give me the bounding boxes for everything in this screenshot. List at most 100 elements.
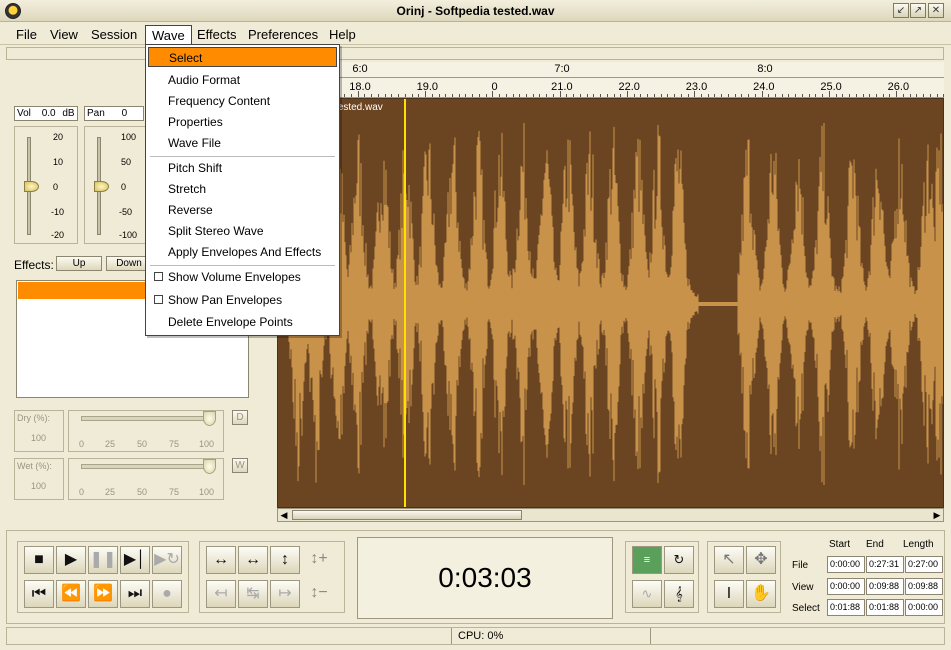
ruler-tick — [371, 94, 373, 97]
record-icon[interactable]: ● — [152, 580, 182, 608]
time-ruler-minor[interactable]: 18.0 19.0 0 21.0 22.0 23.0 24.0 25.0 26.0 — [277, 78, 944, 98]
horizontal-scrollbar[interactable]: ◀ ▶ — [277, 508, 944, 522]
pan-slider-thumb[interactable] — [94, 181, 109, 192]
select-tool-icon[interactable]: I — [714, 580, 744, 608]
grid-header-start: Start — [829, 539, 851, 550]
ruler-major-label: 8:0 — [757, 63, 773, 75]
go-to-end-icon[interactable]: ⏭ — [120, 580, 150, 608]
menu-item-reverse[interactable]: Reverse — [148, 200, 337, 220]
scroll-right-icon[interactable]: ▶ — [931, 509, 943, 521]
menu-item-split-stereo-wave[interactable]: Split Stereo Wave — [148, 221, 337, 241]
scroll-thumb[interactable] — [292, 510, 522, 520]
multitrack-view-icon[interactable]: ≡ — [632, 546, 662, 574]
zoom-in-horizontal-icon[interactable]: ↔ — [206, 546, 236, 574]
stop-icon[interactable]: ■ — [24, 546, 54, 574]
zoom-selection-right-icon[interactable]: ↦ — [270, 580, 300, 608]
time-ruler-major[interactable]: 6:0 7:0 8:0 — [277, 62, 944, 78]
ruler-tick — [357, 91, 359, 97]
pan-field[interactable]: Pan 0 — [84, 106, 144, 121]
select-end-field[interactable]: 0:01:88 — [866, 599, 904, 616]
menu-item-audio-format[interactable]: Audio Format — [148, 70, 337, 90]
view-length-field[interactable]: 0:09:88 — [905, 578, 943, 595]
waveform-view[interactable]: tested.wav — [277, 98, 944, 508]
fast-forward-icon[interactable]: ⏩ — [88, 580, 118, 608]
select-start-field[interactable]: 0:01:88 — [827, 599, 865, 616]
dry-button[interactable]: D — [232, 410, 248, 425]
zoom-selection-left-icon[interactable]: ↤ — [206, 580, 236, 608]
dry-slider-track[interactable] — [81, 416, 211, 421]
menu-file[interactable]: File — [10, 25, 43, 44]
dry-slider-thumb[interactable] — [203, 411, 216, 426]
volume-value: 0.0 — [41, 108, 56, 119]
go-to-start-icon[interactable]: ⏮ — [24, 580, 54, 608]
ruler-tick — [505, 94, 507, 97]
ruler-tick — [828, 91, 830, 97]
ruler-minor-label: 21.0 — [551, 81, 573, 93]
ruler-tick — [815, 94, 817, 97]
close-button[interactable]: ✕ — [928, 3, 944, 18]
rewind-icon[interactable]: ⏪ — [56, 580, 86, 608]
wet-slider-track[interactable] — [81, 464, 211, 469]
wet-scale-label: 100 — [199, 487, 215, 497]
zoom-out-horizontal-icon[interactable]: ↔ — [238, 546, 268, 574]
wet-slider-thumb[interactable] — [203, 459, 216, 474]
menu-item-pitch-shift[interactable]: Pitch Shift — [148, 158, 337, 178]
move-tool-icon[interactable]: ✥ — [746, 546, 776, 574]
piano-roll-icon[interactable]: 𝄞 — [664, 580, 694, 608]
loop-view-icon[interactable]: ↻ — [664, 546, 694, 574]
select-length-field[interactable]: 0:00:00 — [905, 599, 943, 616]
menu-item-frequency-content[interactable]: Frequency Content — [148, 91, 337, 111]
zoom-out-vertical-icon[interactable]: ↕− — [304, 580, 334, 608]
menu-item-show-pan-envelopes[interactable]: Show Pan Envelopes — [148, 290, 337, 310]
view-end-field[interactable]: 0:09:88 — [866, 578, 904, 595]
effects-label: Effects: — [14, 258, 54, 272]
menu-item-delete-envelope-points[interactable]: Delete Envelope Points — [148, 312, 337, 332]
hand-tool-icon[interactable]: ✋ — [746, 580, 776, 608]
play-icon[interactable]: ▶ — [56, 546, 86, 574]
ruler-tick — [902, 94, 904, 97]
ruler-tick — [559, 91, 561, 97]
menu-item-show-volume-envelopes[interactable]: Show Volume Envelopes — [148, 267, 337, 287]
minimize-button[interactable]: ↙ — [893, 3, 909, 18]
scroll-left-icon[interactable]: ◀ — [278, 509, 290, 521]
ruler-tick — [727, 94, 729, 97]
file-length-field[interactable]: 0:27:00 — [905, 556, 943, 573]
wave-view-icon[interactable]: ∿ — [632, 580, 662, 608]
menu-item-select[interactable]: Select — [148, 47, 337, 67]
menu-item-stretch[interactable]: Stretch — [148, 179, 337, 199]
menu-help[interactable]: Help — [323, 25, 362, 44]
view-start-field[interactable]: 0:00:00 — [827, 578, 865, 595]
title-bar: Orinj - Softpedia tested.wav ↙ ↗ ✕ — [0, 0, 951, 22]
zoom-full-icon[interactable]: ↕ — [270, 546, 300, 574]
zoom-selection-icon[interactable]: ↹ — [238, 580, 268, 608]
menu-view[interactable]: View — [44, 25, 84, 44]
ruler-tick — [579, 94, 581, 97]
effects-up-button[interactable]: Up — [56, 256, 102, 271]
file-end-field[interactable]: 0:27:31 — [866, 556, 904, 573]
ruler-tick — [875, 94, 877, 97]
ruler-tick — [539, 94, 541, 97]
pointer-tool-icon[interactable]: ↖ — [714, 546, 744, 574]
zoom-in-vertical-icon[interactable]: ↕+ — [304, 546, 334, 574]
volume-slider-thumb[interactable] — [24, 181, 39, 192]
menu-wave[interactable]: Wave — [145, 25, 192, 44]
play-selection-icon[interactable]: ▶│ — [120, 546, 150, 574]
ruler-tick — [754, 94, 756, 97]
wet-button[interactable]: W — [232, 458, 248, 473]
dry-scale-label: 50 — [137, 439, 148, 449]
volume-field[interactable]: Vol 0.0 dB — [14, 106, 78, 121]
menu-bar: File View Session Wave Effects Preferenc… — [0, 23, 951, 45]
menu-effects[interactable]: Effects — [191, 25, 243, 44]
menu-item-wave-file[interactable]: Wave File — [148, 133, 337, 153]
menu-item-properties[interactable]: Properties — [148, 112, 337, 132]
loop-play-icon[interactable]: ▶↻ — [152, 546, 182, 574]
menu-session[interactable]: Session — [85, 25, 143, 44]
wet-scale-label: 25 — [105, 487, 116, 497]
menu-item-apply-envelopes[interactable]: Apply Envelopes And Effects — [148, 242, 337, 262]
dry-value: 100 — [31, 433, 47, 443]
menu-preferences[interactable]: Preferences — [242, 25, 324, 44]
file-start-field[interactable]: 0:00:00 — [827, 556, 865, 573]
maximize-button[interactable]: ↗ — [910, 3, 926, 18]
pause-icon[interactable]: ❚❚ — [88, 546, 118, 574]
ruler-tick — [680, 94, 682, 97]
